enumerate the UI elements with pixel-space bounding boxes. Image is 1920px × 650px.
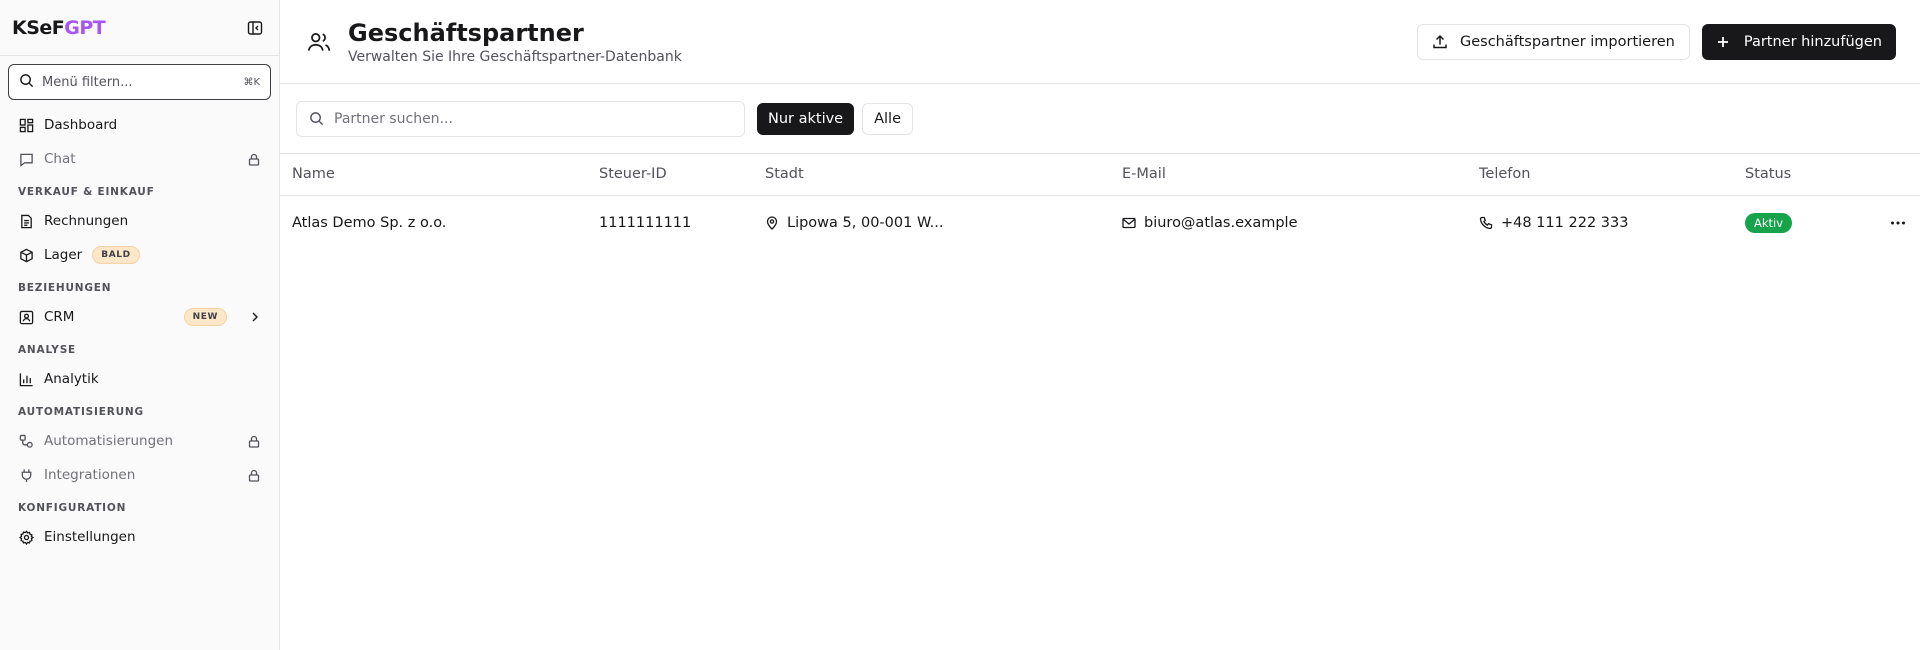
section-header-analysis: ANALYSE	[18, 344, 77, 356]
sidebar-item-invoices[interactable]: Rechnungen	[0, 204, 279, 238]
gear-icon	[18, 529, 34, 545]
sidebar-item-label: Analytik	[44, 371, 99, 387]
lock-icon	[247, 468, 261, 482]
filter-active-only-button[interactable]: Nur aktive	[757, 102, 855, 135]
sidebar: KSeFGPT Menü filtern... ⌘K Dashboard Cha…	[0, 0, 280, 650]
chevron-right-icon[interactable]	[249, 311, 261, 323]
new-badge: NEW	[183, 308, 227, 326]
cell-actions	[1863, 195, 1920, 251]
page-header: Geschäftspartner Verwalten Sie Ihre Gesc…	[280, 0, 1920, 84]
table-header-row: Name Steuer-ID Stadt E-Mail Telefon Stat…	[280, 154, 1920, 196]
chat-icon	[18, 151, 34, 167]
phone-text[interactable]: +48 111 222 333	[1501, 215, 1628, 231]
sidebar-item-analytics[interactable]: Analytik	[0, 362, 279, 396]
logo-text-part1: KSeF	[12, 16, 65, 39]
add-partner-button[interactable]: Partner hinzufügen	[1701, 23, 1896, 60]
workflow-icon	[18, 433, 34, 449]
document-icon	[18, 213, 34, 229]
add-button-label: Partner hinzufügen	[1743, 33, 1882, 50]
column-header-city[interactable]: Stadt	[753, 154, 1110, 196]
partner-search-input[interactable]: Partner suchen...	[296, 100, 745, 137]
import-partners-button[interactable]: Geschäftspartner importieren	[1417, 23, 1690, 60]
sidebar-item-label: Chat	[44, 151, 76, 167]
city-text: Lipowa 5, 00-001 W...	[787, 215, 944, 232]
shortcut-hint: ⌘K	[243, 76, 260, 88]
menu-filter-input[interactable]: Menü filtern... ⌘K	[8, 64, 271, 100]
soon-badge: BALD	[92, 246, 140, 264]
upload-icon	[1432, 34, 1448, 50]
filter-toolbar: Partner suchen... Nur aktive Alle	[280, 84, 1920, 154]
sidebar-item-crm[interactable]: CRM NEW	[0, 300, 279, 334]
sidebar-item-chat[interactable]: Chat	[0, 142, 279, 176]
cell-status: Aktiv	[1733, 195, 1863, 251]
sidebar-item-dashboard[interactable]: Dashboard	[0, 108, 279, 142]
status-badge: Aktiv	[1745, 213, 1793, 234]
row-actions-menu-icon[interactable]	[1875, 221, 1920, 225]
search-placeholder: Partner suchen...	[334, 110, 453, 127]
sidebar-header: KSeFGPT	[0, 0, 279, 56]
sidebar-nav: Dashboard Chat VERKAUF & EINKAUF Rechnun…	[0, 100, 279, 554]
phone-icon	[1479, 216, 1493, 230]
column-header-email[interactable]: E-Mail	[1110, 154, 1467, 196]
import-button-label: Geschäftspartner importieren	[1460, 33, 1675, 50]
table-row[interactable]: Atlas Demo Sp. z o.o. 1111111111 Lipowa …	[280, 195, 1920, 251]
sidebar-item-label: Automatisierungen	[44, 433, 173, 449]
menu-filter-placeholder: Menü filtern...	[42, 74, 133, 90]
sidebar-item-settings[interactable]: Einstellungen	[0, 520, 279, 554]
app-root: KSeFGPT Menü filtern... ⌘K Dashboard Cha…	[0, 0, 1920, 650]
search-icon	[19, 73, 34, 92]
section-header-sales: VERKAUF & EINKAUF	[18, 186, 155, 198]
sidebar-item-label: Dashboard	[44, 117, 118, 133]
email-text[interactable]: biuro@atlas.example	[1144, 215, 1298, 231]
section-header-automation: AUTOMATISIERUNG	[18, 406, 144, 418]
contact-card-icon	[18, 309, 34, 325]
dashboard-icon	[18, 117, 34, 133]
lock-icon	[247, 434, 261, 448]
column-header-status[interactable]: Status	[1733, 154, 1863, 196]
cell-city: Lipowa 5, 00-001 W...	[753, 195, 1110, 251]
page-title: Geschäftspartner	[348, 18, 584, 47]
search-icon	[309, 111, 324, 126]
bar-chart-icon	[18, 371, 34, 387]
sidebar-item-label: Lager	[44, 247, 83, 263]
plus-icon	[1716, 35, 1730, 49]
sidebar-item-automations[interactable]: Automatisierungen	[0, 424, 279, 458]
main-content: Geschäftspartner Verwalten Sie Ihre Gesc…	[280, 0, 1920, 650]
column-header-tax-id[interactable]: Steuer-ID	[587, 154, 753, 196]
map-pin-icon	[765, 216, 779, 231]
app-logo[interactable]: KSeFGPT	[12, 16, 106, 39]
sidebar-toggle-icon[interactable]	[245, 18, 265, 38]
sidebar-item-label: Integrationen	[44, 467, 136, 483]
cell-tax-id: 1111111111	[599, 215, 692, 232]
lock-icon	[247, 152, 261, 166]
package-icon	[18, 247, 34, 263]
sidebar-item-integrations[interactable]: Integrationen	[0, 458, 279, 492]
partners-table: Name Steuer-ID Stadt E-Mail Telefon Stat…	[280, 154, 1920, 251]
column-header-actions	[1863, 154, 1920, 196]
users-icon	[304, 27, 334, 57]
cell-email: biuro@atlas.example	[1110, 195, 1467, 251]
page-subtitle: Verwalten Sie Ihre Geschäftspartner-Date…	[348, 48, 682, 65]
sidebar-item-label: Rechnungen	[44, 213, 129, 229]
filter-all-button[interactable]: Alle	[862, 102, 914, 135]
plug-icon	[18, 467, 34, 483]
logo-text-part2: GPT	[64, 16, 106, 39]
sidebar-item-inventory[interactable]: Lager BALD	[0, 238, 279, 272]
sidebar-item-label: Einstellungen	[44, 529, 136, 545]
sidebar-item-label: CRM	[44, 309, 75, 325]
mail-icon	[1122, 216, 1136, 230]
column-header-name[interactable]: Name	[280, 154, 587, 196]
cell-name[interactable]: Atlas Demo Sp. z o.o.	[280, 195, 587, 251]
column-header-phone[interactable]: Telefon	[1467, 154, 1733, 196]
section-header-relations: BEZIEHUNGEN	[18, 282, 112, 294]
cell-phone: +48 111 222 333	[1467, 195, 1733, 251]
section-header-configuration: KONFIGURATION	[18, 502, 127, 514]
